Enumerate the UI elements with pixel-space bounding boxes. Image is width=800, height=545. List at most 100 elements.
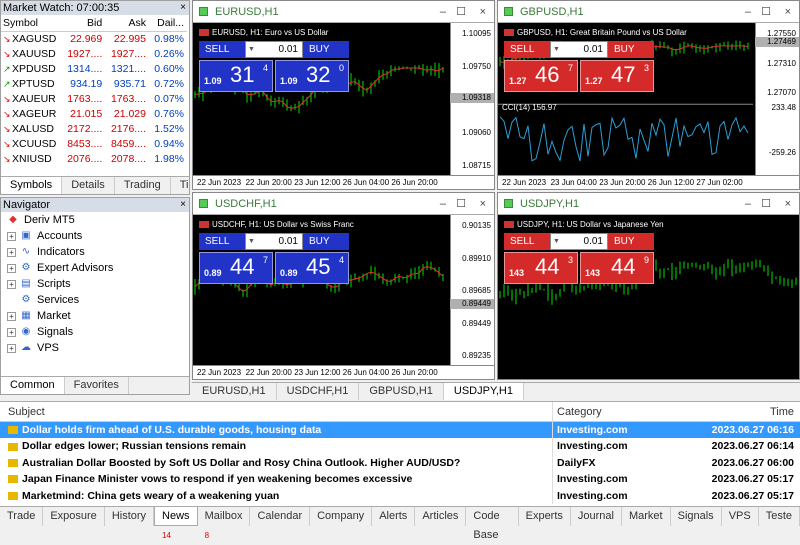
- tab-ticks[interactable]: Ticks: [171, 177, 189, 194]
- chart-window-usdjpy[interactable]: USDJPY,H1 – ☐ × USDJPY, H1: US Dollar vs J…: [497, 192, 800, 380]
- maximize-icon[interactable]: ☐: [761, 1, 771, 23]
- toolbox-tab-exposure[interactable]: Exposure: [43, 507, 105, 526]
- chart-plot[interactable]: USDCHF, H1: US Dollar vs Swiss Franc SEL…: [193, 215, 494, 379]
- close-icon[interactable]: ×: [785, 1, 791, 23]
- expand-icon[interactable]: +: [7, 279, 16, 289]
- tab-symbols[interactable]: Symbols: [1, 177, 63, 194]
- news-row[interactable]: Japan Finance Minister vows to respond i…: [0, 471, 800, 488]
- minimize-icon[interactable]: –: [440, 1, 446, 23]
- chart-tab-eurusd[interactable]: EURUSD,H1: [192, 383, 277, 400]
- minimize-icon[interactable]: –: [745, 193, 751, 215]
- market-watch-row[interactable]: ↘XAUUSD 1927.... 1927.... 0.26%: [1, 46, 187, 61]
- maximize-icon[interactable]: ☐: [761, 193, 771, 215]
- buy-button[interactable]: BUY: [608, 233, 654, 250]
- tab-trading[interactable]: Trading: [115, 177, 171, 194]
- toolbox-tab-company[interactable]: Company: [310, 507, 373, 526]
- column-header-category[interactable]: Category: [552, 402, 674, 421]
- lot-size-input[interactable]: ▼ 0.01: [550, 233, 608, 250]
- market-watch-row[interactable]: ↗XPDUSD 1314.... 1321.... 0.60%: [1, 61, 187, 76]
- toolbox-tab-signals[interactable]: Signals: [671, 507, 722, 526]
- minimize-icon[interactable]: –: [745, 1, 751, 23]
- toolbox-tab-vps[interactable]: VPS: [722, 507, 759, 526]
- nav-item-expert-advisors[interactable]: + ⚙ Expert Advisors: [1, 260, 189, 276]
- toolbox-tab-articles[interactable]: Articles: [415, 507, 467, 526]
- chart-window-eurusd[interactable]: EURUSD,H1 – ☐ × EURUSD, H1: Euro vs US Dol…: [192, 0, 495, 190]
- sell-price[interactable]: 0.89 44 7: [199, 252, 273, 284]
- nav-item-vps[interactable]: + ☁ VPS: [1, 340, 189, 356]
- chart-tab-usdchf[interactable]: USDCHF,H1: [277, 383, 360, 400]
- sell-button[interactable]: SELL: [504, 41, 550, 58]
- buy-price[interactable]: 0.89 45 4: [275, 252, 349, 284]
- sell-button[interactable]: SELL: [199, 233, 245, 250]
- maximize-icon[interactable]: ☐: [456, 193, 466, 215]
- column-header-time[interactable]: Time: [674, 402, 800, 421]
- tab-common[interactable]: Common: [1, 377, 65, 394]
- toolbox-tab-history[interactable]: History: [105, 507, 155, 526]
- maximize-icon[interactable]: ☐: [456, 1, 466, 23]
- chart-window-usdchf[interactable]: USDCHF,H1 – ☐ × USDCHF, H1: US Dollar vs S…: [192, 192, 495, 380]
- market-watch-row[interactable]: ↗XPTUSD 934.19 935.71 0.72%: [1, 76, 187, 91]
- nav-item-accounts[interactable]: + ▣ Accounts: [1, 228, 189, 244]
- toolbox-tab-mailbox[interactable]: Mailbox 8: [198, 507, 251, 540]
- column-header[interactable]: Bid: [61, 15, 106, 32]
- news-row[interactable]: Australian Dollar Boosted by Soft US Dol…: [0, 454, 800, 472]
- nav-item-market[interactable]: + ▦ Market: [1, 308, 189, 324]
- news-row[interactable]: Dollar edges lower; Russian tensions rem…: [0, 438, 800, 455]
- toolbox-tab-journal[interactable]: Journal: [571, 507, 622, 526]
- sell-price[interactable]: 1.09 31 4: [199, 60, 273, 92]
- expand-icon[interactable]: +: [7, 263, 16, 273]
- chart-plot[interactable]: USDJPY, H1: US Dollar vs Japanese Yen SE…: [498, 215, 799, 379]
- time-axis[interactable]: 22 Jun 2023 22 Jun 20:00 23 Jun 12:00 26 Ju…: [193, 175, 494, 189]
- toolbox-tab-alerts[interactable]: Alerts: [372, 507, 416, 526]
- news-row[interactable]: Dollar holds firm ahead of U.S. durable …: [0, 422, 800, 439]
- expand-icon[interactable]: +: [7, 327, 16, 337]
- minimize-icon[interactable]: –: [440, 193, 446, 215]
- buy-button[interactable]: BUY: [608, 41, 654, 58]
- navigator-root[interactable]: ◆ Deriv MT5: [1, 212, 189, 228]
- toolbox-tab-experts[interactable]: Experts: [519, 507, 571, 526]
- market-watch-row[interactable]: ↘XNIUSD 2076.... 2078.... 1.98%: [1, 151, 187, 166]
- lot-size-input[interactable]: ▼ 0.01: [245, 41, 303, 58]
- buy-button[interactable]: BUY: [303, 41, 349, 58]
- tab-favorites[interactable]: Favorites: [65, 377, 129, 394]
- sell-button[interactable]: SELL: [199, 41, 245, 58]
- close-icon[interactable]: ×: [180, 1, 186, 15]
- market-watch-row[interactable]: ↘XAGEUR 21.015 21.029 0.76%: [1, 106, 187, 121]
- toolbox-tab-teste[interactable]: Teste: [759, 507, 800, 526]
- chart-plot[interactable]: EURUSD, H1: Euro vs US Dollar SELL ▼ 0.01 B…: [193, 23, 494, 189]
- chart-plot[interactable]: GBPUSD, H1: Great Britain Pound vs US Do…: [498, 23, 799, 189]
- expand-icon[interactable]: +: [7, 311, 16, 321]
- price-axis[interactable]: 0.90135 0.89910 0.89685 0.89449 0.89235: [450, 215, 494, 365]
- nav-item-indicators[interactable]: + ∿ Indicators: [1, 244, 189, 260]
- close-icon[interactable]: ×: [180, 198, 186, 212]
- sell-button[interactable]: SELL: [504, 233, 550, 250]
- sell-price[interactable]: 1.27 46 7: [504, 60, 578, 92]
- time-axis[interactable]: 22 Jun 2023 22 Jun 20:00 23 Jun 12:00 26 Ju…: [193, 365, 494, 379]
- buy-button[interactable]: BUY: [303, 233, 349, 250]
- close-icon[interactable]: ×: [480, 1, 486, 23]
- buy-price[interactable]: 1.27 47 3: [580, 60, 654, 92]
- expand-icon[interactable]: +: [7, 231, 16, 241]
- buy-price[interactable]: 1.09 32 0: [275, 60, 349, 92]
- tab-details[interactable]: Details: [62, 177, 115, 194]
- buy-price[interactable]: 143 44 9: [580, 252, 654, 284]
- time-axis[interactable]: 22 Jun 2023 23 Jun 04:00 23 Jun 20:00 26 Ju…: [498, 175, 799, 189]
- expand-icon[interactable]: +: [7, 343, 16, 353]
- market-watch-row[interactable]: ↘XALUSD 2172.... 2176.... 1.52%: [1, 121, 187, 136]
- expand-icon[interactable]: +: [7, 247, 16, 257]
- chart-tab-gbpusd[interactable]: GBPUSD,H1: [359, 383, 444, 400]
- close-icon[interactable]: ×: [480, 193, 486, 215]
- nav-item-scripts[interactable]: + ▤ Scripts: [1, 276, 189, 292]
- chart-tab-usdjpy[interactable]: USDJPY,H1: [443, 383, 524, 400]
- nav-item-signals[interactable]: + ◉ Signals: [1, 324, 189, 340]
- sell-price[interactable]: 143 44 3: [504, 252, 578, 284]
- column-header[interactable]: Symbol: [1, 15, 62, 32]
- toolbox-tab-trade[interactable]: Trade: [0, 507, 44, 526]
- toolbox-tab-market[interactable]: Market: [622, 507, 671, 526]
- toolbox-tab-code-base[interactable]: Code Base: [466, 507, 519, 541]
- news-row[interactable]: Marketmind: China gets weary of a weaken…: [0, 487, 800, 504]
- toolbox-tab-news[interactable]: News 14: [154, 507, 198, 540]
- market-watch-row[interactable]: ↘XAGUSD 22.969 22.995 0.98%: [1, 31, 187, 46]
- market-watch-row[interactable]: ↘XAUEUR 1763.... 1763.... 0.07%: [1, 91, 187, 106]
- toolbox-tab-calendar[interactable]: Calendar: [250, 507, 311, 526]
